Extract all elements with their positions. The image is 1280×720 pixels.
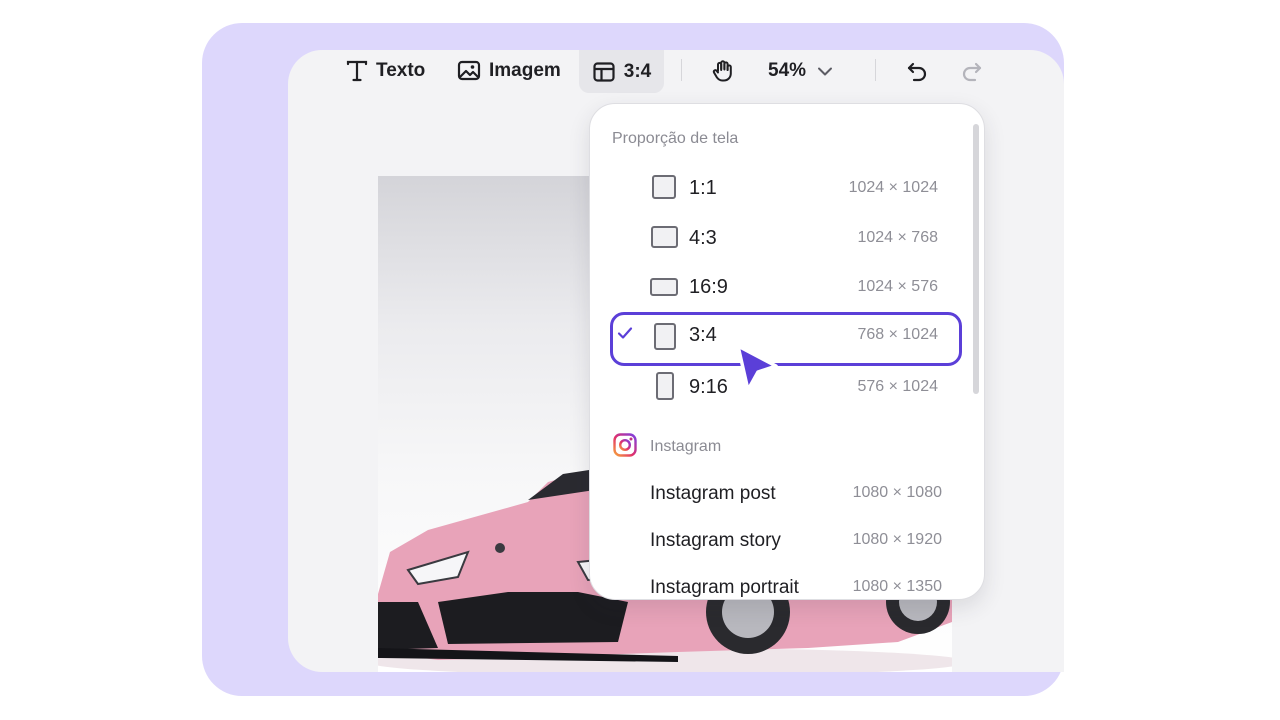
instagram-section-title: Instagram (650, 438, 722, 455)
ratio-option-label: 3:4 (689, 324, 717, 346)
ratio-option-dimensions: 1024 × 1024 (848, 179, 938, 196)
zoom-dropdown[interactable]: 54% (768, 50, 834, 92)
add-text-label: Texto (376, 60, 426, 81)
instagram-portrait-option[interactable]: Instagram portrait 1080 × 1350 (650, 573, 942, 599)
toolbar-divider (681, 59, 682, 81)
ratio-option-label: 4:3 (689, 227, 717, 249)
instagram-story-option[interactable]: Instagram story 1080 × 1920 (650, 526, 942, 556)
portrait-shape-icon (654, 323, 676, 350)
toolbar: Texto Imagem 3:4 54% (288, 50, 1064, 94)
instagram-option-label: Instagram portrait (650, 577, 799, 598)
instagram-option-label: Instagram story (650, 530, 781, 551)
scrollbar[interactable] (973, 124, 979, 394)
chevron-down-icon (816, 62, 834, 80)
ratio-option-1-1[interactable]: 1:1 1024 × 1024 (610, 165, 962, 211)
instagram-icon (612, 432, 638, 463)
instagram-post-option[interactable]: Instagram post 1080 × 1080 (650, 479, 942, 509)
zoom-value: 54% (768, 60, 807, 81)
ratio-option-dimensions: 576 × 1024 (857, 378, 938, 395)
ratio-option-9-16[interactable]: 9:16 576 × 1024 (610, 364, 962, 410)
square-shape-icon (652, 175, 676, 199)
landscape-shape-icon (651, 226, 678, 248)
redo-button[interactable] (960, 50, 984, 92)
instagram-option-label: Instagram post (650, 483, 776, 504)
text-icon (344, 58, 370, 84)
toolbar-divider (875, 59, 876, 81)
ratio-option-label: 1:1 (689, 177, 717, 199)
aspect-ratio-label: 3:4 (623, 60, 652, 82)
aspect-ratio-menu: Proporção de tela 1:1 1024 × 1024 4:3 10… (589, 103, 985, 600)
section-title: Proporção de tela (612, 130, 739, 147)
pan-tool-button[interactable] (710, 50, 736, 92)
hand-icon (710, 58, 736, 84)
ratio-option-16-9[interactable]: 16:9 1024 × 576 (610, 264, 962, 310)
add-text-button[interactable]: Texto (344, 50, 425, 92)
ratio-option-3-4[interactable]: 3:4 768 × 1024 (610, 312, 962, 366)
instagram-option-dimensions: 1080 × 1350 (852, 578, 942, 595)
instagram-section-header: Instagram (612, 432, 722, 463)
add-image-button[interactable]: Imagem (456, 50, 561, 92)
ratio-option-label: 9:16 (689, 376, 728, 398)
undo-button[interactable] (905, 50, 929, 92)
add-image-label: Imagem (489, 60, 561, 81)
instagram-option-dimensions: 1080 × 1920 (852, 531, 942, 548)
ratio-option-label: 16:9 (689, 276, 728, 298)
check-icon (616, 324, 634, 342)
aspect-ratio-button[interactable]: 3:4 (579, 50, 664, 93)
ratio-option-dimensions: 1024 × 576 (857, 278, 938, 295)
undo-icon (905, 59, 929, 83)
widescreen-shape-icon (650, 278, 678, 296)
image-icon (456, 58, 482, 84)
ratio-option-4-3[interactable]: 4:3 1024 × 768 (610, 215, 962, 261)
redo-icon (960, 59, 984, 83)
tall-shape-icon (656, 372, 674, 400)
ratio-option-dimensions: 1024 × 768 (857, 229, 938, 246)
instagram-option-dimensions: 1080 × 1080 (852, 484, 942, 501)
ratio-option-dimensions: 768 × 1024 (857, 326, 938, 343)
layout-icon (592, 60, 616, 84)
cursor-pointer-icon (736, 344, 778, 392)
